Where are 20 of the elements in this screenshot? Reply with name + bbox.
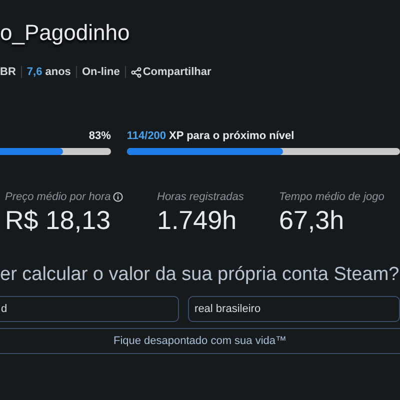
account-field[interactable]: d <box>0 296 179 322</box>
stat-label: Tempo médio de jogo <box>279 191 384 203</box>
stat-value: 67,3h <box>279 205 346 236</box>
profile-meta: BR <box>0 66 17 78</box>
xp-value: 114/200 <box>126 130 166 142</box>
calculate-button[interactable]: Fique desapontado com sua vida™ <box>0 328 400 354</box>
stat-label: Horas registradas <box>157 191 244 203</box>
stat-value: R$ 18,13 <box>5 205 112 236</box>
progress-percent: 83% <box>88 130 111 142</box>
calculator-question: er calcular o valor da sua própria conta Steam? <box>0 264 400 286</box>
progress-label: XP para o próximo nível <box>169 130 294 142</box>
share-link[interactable]: Compartilhar <box>124 66 216 78</box>
profile-meta: On-line <box>76 66 125 78</box>
stat-label: Preço médio por hora <box>5 191 111 203</box>
info-icon[interactable] <box>112 192 123 202</box>
account-age: 7,6 anos <box>20 66 76 78</box>
stat-value: 1.749h <box>157 205 238 236</box>
share-icon <box>130 66 142 78</box>
profile-name: o_Pagodinho <box>0 19 131 47</box>
currency-field[interactable]: real brasileiro <box>188 296 400 322</box>
